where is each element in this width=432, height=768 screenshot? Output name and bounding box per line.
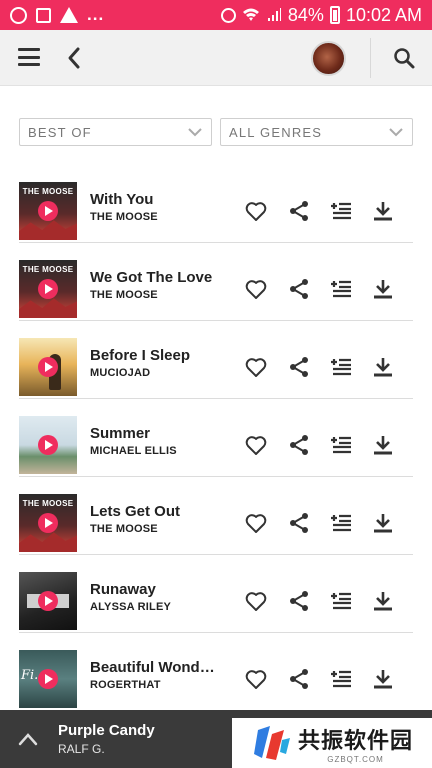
status-bar: ... 84% 10:02 AM [0,0,432,30]
track-artist: THE MOOSE [90,211,158,223]
add-to-queue-icon[interactable] [329,277,353,301]
track-cover[interactable] [19,416,77,474]
play-notification-icon [10,6,27,24]
track-artist: THE MOOSE [90,523,158,535]
heart-icon[interactable] [244,199,268,223]
share-icon[interactable] [287,355,311,379]
play-icon[interactable] [38,513,58,533]
heart-icon[interactable] [244,667,268,691]
heart-icon[interactable] [244,355,268,379]
cover-label: THE MOOSE [22,265,74,274]
track-cover[interactable]: THE MOOSE [19,494,77,552]
track-title: Summer [90,425,151,442]
chevron-down-icon [188,128,202,137]
track-title: Lets Get Out [90,503,181,520]
battery-icon [329,6,340,24]
play-icon[interactable] [38,435,58,455]
share-icon[interactable] [287,199,311,223]
more-notifications-indicator: ... [87,5,105,24]
watermark-url: GZBQT.COM [327,754,384,764]
track-title: We Got The Love [90,269,213,286]
track-cover[interactable]: Fi... [19,650,77,708]
add-to-queue-icon[interactable] [329,589,353,613]
watermark-logo [254,726,290,760]
track-cover[interactable]: THE MOOSE [19,260,77,318]
track-row[interactable]: Summer MICHAEL ELLIS [0,399,432,477]
track-cover[interactable] [19,338,77,396]
track-row[interactable]: THE MOOSE We Got The Love THE MOOSE [0,243,432,321]
track-row[interactable]: Before I Sleep MUCIOJAD [0,321,432,399]
track-title: With You [90,191,154,208]
track-row[interactable]: Runaway ALYSSA RILEY [0,555,432,633]
add-to-queue-icon[interactable] [329,433,353,457]
category-dropdown[interactable]: BEST OF [19,118,212,146]
heart-icon[interactable] [244,511,268,535]
track-cover[interactable]: THE MOOSE [19,182,77,240]
wifi-icon [242,8,259,21]
track-cover[interactable] [19,572,77,630]
download-icon[interactable] [371,589,395,613]
share-icon[interactable] [287,433,311,457]
track-title: Before I Sleep [90,347,191,364]
chevron-down-icon [389,128,403,137]
play-icon[interactable] [38,357,58,377]
search-icon[interactable] [392,46,416,70]
watermark-name: 共振软件园 [298,728,414,754]
app-toolbar [0,30,432,86]
cover-label: THE MOOSE [22,499,74,508]
alarm-icon [220,7,236,23]
track-artist: MUCIOJAD [90,367,151,379]
menu-icon[interactable] [18,48,40,66]
track-artist: ALYSSA RILEY [90,601,172,613]
now-playing-title: Purple Candy [58,722,155,739]
watermark: 共振软件园 GZBQT.COM [232,718,432,768]
heart-icon[interactable] [244,433,268,457]
back-arrow-icon[interactable] [64,44,84,72]
genre-dropdown-value: ALL GENRES [229,124,323,140]
download-icon[interactable] [371,277,395,301]
track-row[interactable]: THE MOOSE With You THE MOOSE [0,165,432,243]
add-to-queue-icon[interactable] [329,199,353,223]
chevron-up-icon[interactable] [18,732,38,746]
download-icon[interactable] [371,511,395,535]
share-icon[interactable] [287,277,311,301]
track-title: Runaway [90,581,156,598]
download-icon[interactable] [371,433,395,457]
category-dropdown-value: BEST OF [28,124,92,140]
add-to-queue-icon[interactable] [329,355,353,379]
user-avatar[interactable] [311,41,346,76]
download-icon[interactable] [371,355,395,379]
heart-icon[interactable] [244,589,268,613]
download-icon[interactable] [371,199,395,223]
play-icon[interactable] [38,669,58,689]
track-artist: THE MOOSE [90,289,158,301]
share-icon[interactable] [287,667,311,691]
toolbar-divider [370,38,371,78]
download-icon[interactable] [371,667,395,691]
add-to-queue-icon[interactable] [329,667,353,691]
genre-dropdown[interactable]: ALL GENRES [220,118,413,146]
signal-icon [267,8,281,21]
track-artist: ROGERTHAT [90,679,161,691]
now-playing-artist: RALF G. [58,742,105,756]
track-row[interactable]: THE MOOSE Lets Get Out THE MOOSE [0,477,432,555]
clock: 10:02 AM [345,4,422,25]
track-title: Beautiful Wonde... [90,659,220,676]
share-icon[interactable] [287,589,311,613]
share-icon[interactable] [287,511,311,535]
play-icon[interactable] [38,201,58,221]
track-row[interactable]: Fi... Beautiful Wonde... ROGERTHAT [0,633,432,711]
calendar-notification-icon [36,7,51,23]
track-artist: MICHAEL ELLIS [90,445,177,457]
add-to-queue-icon[interactable] [329,511,353,535]
heart-icon[interactable] [244,277,268,301]
battery-percent: 84% [287,4,324,25]
play-icon[interactable] [38,591,58,611]
play-icon[interactable] [38,279,58,299]
warning-icon [60,7,78,23]
cover-label: THE MOOSE [22,187,74,196]
